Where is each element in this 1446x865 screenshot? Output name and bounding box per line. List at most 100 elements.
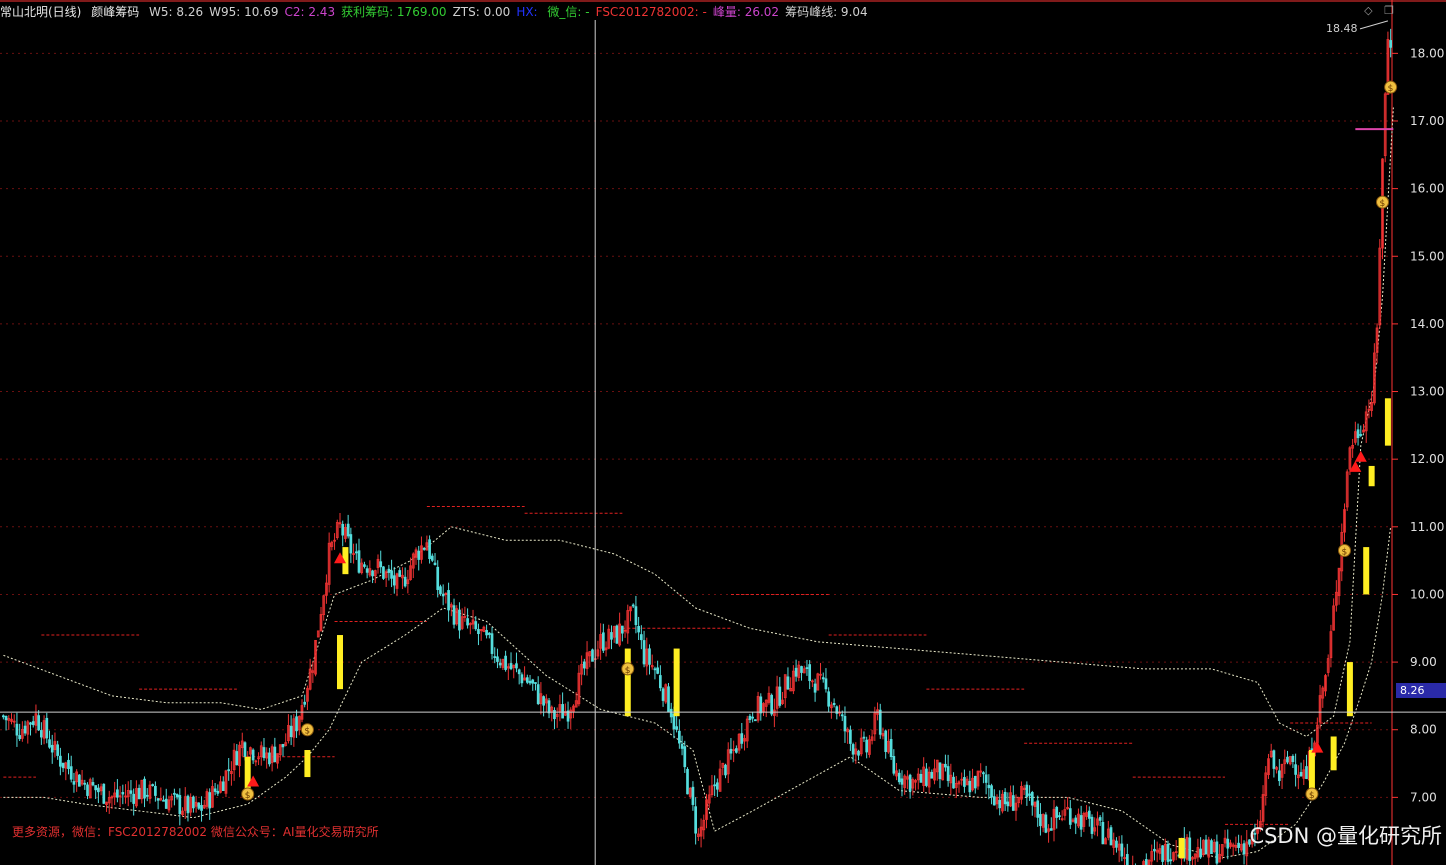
signal-bar	[304, 750, 311, 778]
candle-body	[1090, 816, 1094, 834]
candle-body	[295, 716, 298, 732]
candle-body	[675, 726, 678, 730]
legend-item: 微_信: -	[547, 5, 590, 19]
candle-body	[648, 648, 651, 665]
candle-body	[428, 539, 431, 560]
candle-body	[534, 682, 537, 684]
peak-price-label: 18.48	[1326, 22, 1358, 35]
candle-body	[813, 683, 817, 693]
axis-tick-label: 15.00	[1410, 249, 1444, 263]
candle-body	[1003, 791, 1007, 805]
candle-body	[528, 680, 532, 684]
candle-body	[531, 679, 535, 684]
candle-body	[1049, 828, 1053, 831]
candle-body	[740, 733, 744, 744]
candle-body	[72, 781, 76, 785]
candle-body	[121, 792, 125, 795]
candle-body	[31, 721, 35, 726]
candle-body	[129, 790, 133, 794]
candle-body	[365, 568, 369, 573]
candle-body	[59, 755, 62, 767]
candle-body	[1144, 859, 1148, 865]
candle-body	[67, 759, 70, 770]
candle-body	[504, 655, 507, 670]
candle-body	[390, 570, 393, 579]
candle-body	[485, 629, 488, 636]
candle-body	[235, 751, 239, 766]
legend-item: 获利筹码: 1769.00	[341, 5, 447, 19]
candle-body	[691, 786, 695, 805]
candle-body	[102, 783, 106, 804]
candle-body	[458, 609, 461, 631]
candle-body	[944, 763, 947, 768]
candle-body	[221, 781, 225, 791]
candle-body	[925, 768, 928, 786]
candle-body	[889, 739, 893, 758]
candle-body	[520, 674, 524, 684]
candle-body	[487, 632, 491, 635]
diamond-icon[interactable]: ◇	[1364, 4, 1372, 17]
chip-peak-line	[3, 107, 1394, 738]
candle-body	[387, 568, 391, 573]
legend-item: C2: 2.43	[284, 5, 336, 19]
candle-body	[748, 715, 752, 721]
candle-body	[382, 566, 385, 579]
candle-body	[162, 799, 165, 802]
legend-item: 峰量: 26.02	[712, 5, 780, 19]
candle-body	[724, 764, 727, 776]
candle-body	[1204, 839, 1208, 855]
candle-body	[615, 625, 619, 644]
candle-body	[653, 668, 657, 671]
candle-body	[509, 663, 513, 670]
candle-body	[1087, 810, 1091, 819]
candle-body	[754, 719, 757, 722]
candle-body	[897, 772, 901, 783]
stock-title: 常山北明(日线)	[0, 5, 82, 19]
candle-body	[37, 715, 41, 731]
candle-body	[197, 802, 201, 809]
candle-body	[493, 656, 497, 659]
candle-body	[669, 708, 673, 718]
candle-body	[865, 739, 869, 753]
peak-pointer	[1359, 20, 1389, 30]
chip-peak-lines	[3, 107, 1394, 859]
candle-body	[50, 744, 54, 753]
candle-body	[1125, 854, 1129, 865]
window-controls: ◇ ❐	[1356, 4, 1394, 17]
candle-body	[1109, 827, 1113, 846]
candle-body	[341, 523, 345, 536]
axis-tick-label: 9.00	[1410, 655, 1437, 669]
money-bag-glyph: $	[245, 791, 251, 801]
candle-body	[634, 606, 638, 625]
candle-body	[786, 676, 790, 690]
signal-bar	[1368, 465, 1375, 487]
candle-body	[441, 593, 445, 597]
candle-body	[200, 805, 203, 811]
candle-body	[561, 704, 564, 719]
candle-body	[289, 725, 293, 738]
candle-body	[243, 742, 247, 757]
candle-body	[216, 790, 220, 794]
restore-icon[interactable]: ❐	[1384, 4, 1394, 17]
candle-body	[1079, 815, 1083, 830]
candle-body	[490, 633, 494, 654]
candle-body	[398, 570, 402, 577]
axis-tick-label: 17.00	[1410, 114, 1444, 128]
candle-body	[1030, 792, 1034, 806]
money-bag-glyph: $	[625, 666, 631, 676]
axis-tick-label: 18.00	[1410, 46, 1444, 60]
candle-body	[824, 678, 828, 690]
axis-tick-label: 7.00	[1410, 790, 1437, 804]
candle-body	[849, 729, 852, 744]
kline-chart[interactable]: 7.00 8.00 9.00 10.00 11.00 12.00 13.00 14.00 15.…	[0, 0, 1446, 865]
candle-body	[1036, 800, 1040, 818]
candle-body	[908, 774, 912, 792]
candle-body	[1120, 843, 1124, 857]
candle-body	[729, 748, 733, 754]
axis-tick-label: 12.00	[1410, 452, 1444, 466]
candle-body	[474, 621, 478, 630]
candle-body	[154, 785, 157, 796]
candle-body	[186, 795, 190, 814]
indicator-name: 颜峰筹码	[91, 5, 140, 19]
legend-item: ZTS: 0.00	[452, 5, 511, 19]
